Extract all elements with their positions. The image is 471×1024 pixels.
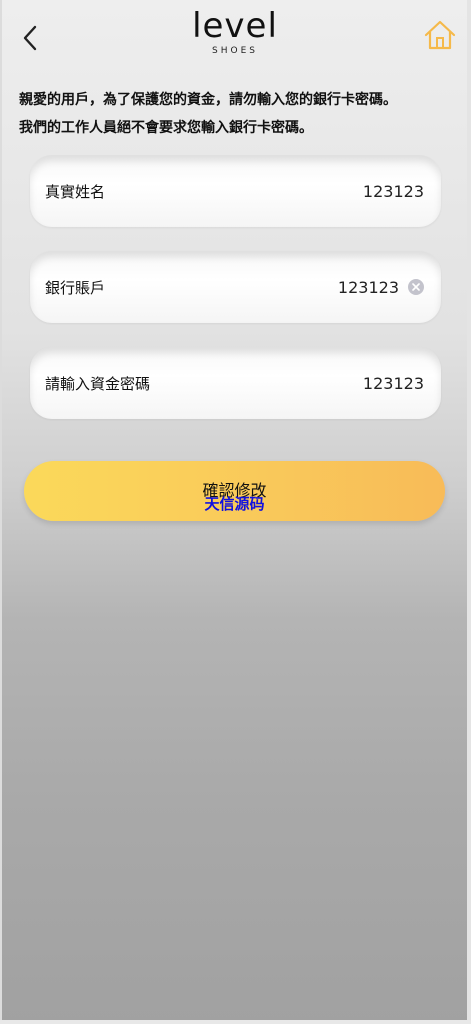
- real-name-field[interactable]: 真實姓名: [30, 155, 441, 227]
- frame-bottom-border: [0, 1020, 471, 1024]
- security-notice: 親愛的用戶，為了保護您的資金，請勿輸入您的銀行卡密碼。 我們的工作人員絕不會要求…: [19, 86, 459, 142]
- real-name-label: 真實姓名: [45, 182, 106, 201]
- confirm-modify-button[interactable]: 確認修改 天信源码: [24, 461, 445, 521]
- watermark-text: 天信源码: [204, 495, 265, 513]
- notice-line-1: 親愛的用戶，為了保護您的資金，請勿輸入您的銀行卡密碼。: [19, 92, 397, 108]
- chevron-left-icon: [23, 25, 37, 51]
- fund-password-input[interactable]: [244, 373, 424, 393]
- fund-password-label: 請輸入資金密碼: [45, 374, 151, 393]
- frame-right-border: [467, 0, 471, 1024]
- logo-subtitle: SHOES: [212, 46, 258, 56]
- home-icon: [424, 20, 456, 50]
- brand-logo: level SHOES: [185, 6, 285, 62]
- frame-left-border: [0, 0, 2, 1024]
- back-button[interactable]: [14, 20, 46, 56]
- notice-line-2: 我們的工作人員絕不會要求您輸入銀行卡密碼。: [19, 120, 313, 136]
- home-button[interactable]: [422, 18, 458, 52]
- real-name-input[interactable]: [244, 181, 424, 201]
- bank-account-field[interactable]: 銀行賬戶: [30, 251, 441, 323]
- bank-account-label: 銀行賬戶: [45, 278, 106, 297]
- fund-password-field[interactable]: 請輸入資金密碼: [30, 347, 441, 419]
- clear-icon[interactable]: [408, 279, 424, 295]
- logo-wordmark: level: [192, 6, 278, 46]
- header-bar: level SHOES: [0, 0, 471, 70]
- bank-account-input[interactable]: [219, 277, 399, 297]
